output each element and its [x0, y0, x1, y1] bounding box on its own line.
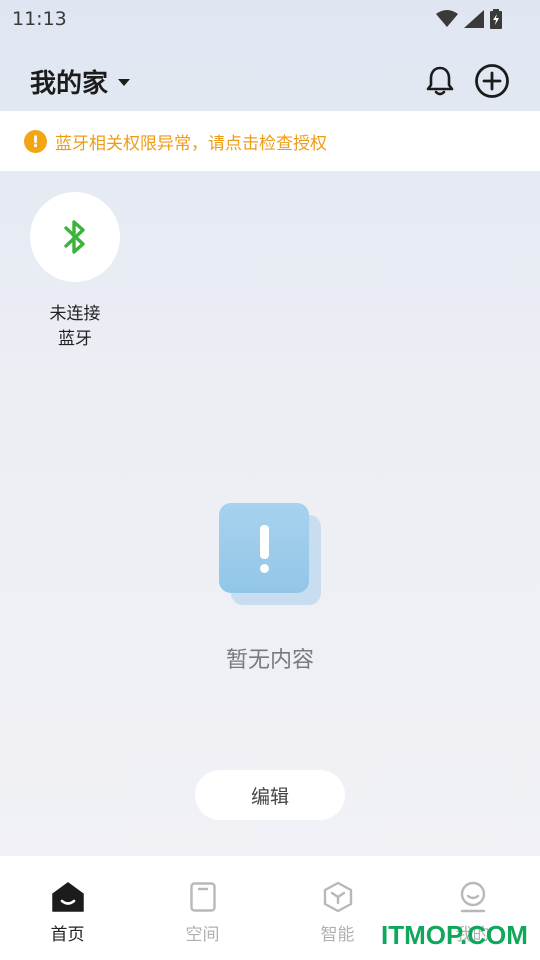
home-selector[interactable]: 我的家	[30, 63, 131, 100]
device-label: 未连接 蓝牙	[49, 304, 101, 349]
bluetooth-device[interactable]: 未连接 蓝牙	[30, 192, 120, 352]
permission-warning-bar[interactable]: ! 蓝牙相关权限异常，请点击检查授权	[0, 111, 540, 171]
add-button[interactable]	[474, 63, 510, 99]
tab-home[interactable]: 首页	[0, 856, 135, 960]
exclamation-icon	[219, 503, 309, 593]
wifi-icon	[436, 10, 458, 27]
header-actions	[422, 63, 510, 99]
battery-icon	[490, 9, 502, 29]
warning-text: 蓝牙相关权限异常，请点击检查授权	[55, 133, 327, 154]
caret-down-icon	[118, 79, 131, 86]
edit-button[interactable]: 编辑	[195, 770, 345, 820]
tab-label: 首页	[50, 925, 85, 945]
watermark: ITMOP.COM	[381, 920, 528, 950]
status-bar: 11:13	[0, 0, 540, 38]
tab-label: 空间	[185, 925, 220, 945]
empty-text: 暂无内容	[225, 648, 314, 673]
header: 我的家	[0, 52, 540, 110]
status-time: 11:13	[12, 8, 67, 30]
space-icon	[186, 880, 220, 914]
tab-space[interactable]: 空间	[135, 856, 270, 960]
profile-icon	[456, 880, 490, 914]
empty-illustration	[219, 503, 323, 607]
bell-icon	[426, 66, 454, 96]
bluetooth-icon	[64, 220, 85, 254]
smart-icon	[321, 880, 355, 914]
tab-label: 智能	[320, 925, 355, 945]
add-circle-icon	[475, 64, 509, 98]
home-title: 我的家	[30, 68, 109, 99]
signal-icon	[464, 10, 484, 28]
device-icon-circle	[30, 192, 120, 282]
warning-icon: !	[24, 129, 47, 153]
home-icon	[51, 880, 85, 914]
status-icons	[436, 9, 502, 29]
notification-button[interactable]	[422, 63, 458, 99]
